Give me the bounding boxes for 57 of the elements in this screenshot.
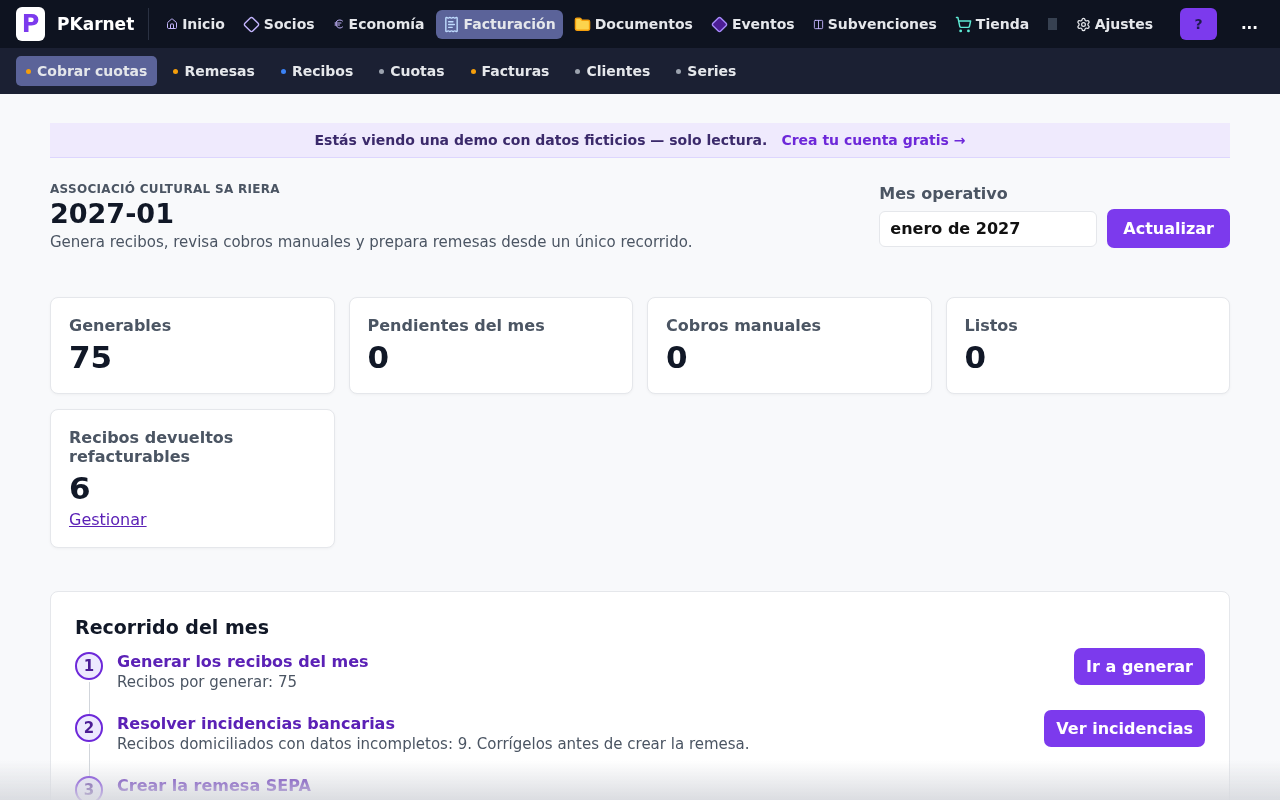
journey-title: Recorrido del mes bbox=[75, 616, 270, 638]
step-number: 3 bbox=[75, 776, 103, 800]
step-title[interactable]: Generar los recibos del mes bbox=[117, 652, 1061, 671]
stat-value: 0 bbox=[964, 339, 988, 375]
subnav-tab[interactable]: Cobrar cuotas bbox=[16, 56, 158, 86]
step-title[interactable]: Resolver incidencias bancarias bbox=[117, 714, 1031, 733]
app-logo[interactable]: P bbox=[16, 7, 46, 41]
stat-label: Cobros manuales bbox=[666, 316, 823, 335]
folder-icon bbox=[573, 15, 591, 33]
stat-value: 0 bbox=[367, 339, 391, 375]
nav-tab[interactable]: Tienda bbox=[947, 9, 1037, 39]
columns-icon bbox=[812, 18, 824, 30]
month-label: Mes operativo bbox=[879, 184, 1009, 203]
cart-icon bbox=[954, 15, 972, 33]
organization-name: ASSOCIACIÓ CULTURAL SA RIERA bbox=[50, 182, 281, 196]
diamond-icon bbox=[710, 15, 728, 33]
settings-icon bbox=[1075, 16, 1091, 32]
stat-label: Generables bbox=[69, 316, 173, 335]
diamond-icon bbox=[242, 15, 260, 33]
stat-label: Recibos devueltos refacturables bbox=[69, 428, 235, 466]
nav-tab[interactable]: Socios bbox=[235, 9, 322, 39]
stat-value: 0 bbox=[666, 339, 689, 375]
subnav-tab[interactable]: Series bbox=[666, 56, 747, 86]
step-button[interactable]: Ir a generar bbox=[1074, 648, 1205, 685]
step-button[interactable]: Ver incidencias bbox=[1044, 710, 1205, 747]
nav-tab[interactable]: Facturación bbox=[435, 9, 563, 39]
step-number: 2 bbox=[75, 714, 103, 742]
subnav-tab[interactable]: Clientes bbox=[565, 56, 661, 86]
page-title: 2027-01 bbox=[50, 198, 175, 229]
subnav-tab[interactable]: Remesas bbox=[163, 56, 265, 86]
page-subtitle: Genera recibos, revisa cobros manuales y prepara remesas desde un único recorrido. bbox=[50, 233, 693, 251]
nav-tab[interactable]: Documentos bbox=[566, 9, 700, 39]
subnav-tab[interactable]: Recibos bbox=[270, 56, 364, 86]
nav-tab[interactable]: Ajustes bbox=[1068, 10, 1161, 38]
nav-tab[interactable]: Inicio bbox=[159, 10, 232, 38]
signup-link[interactable]: Crea tu cuenta gratis → bbox=[781, 132, 966, 148]
manage-link[interactable]: Gestionar bbox=[69, 510, 316, 529]
subnav-tab[interactable]: Cuotas bbox=[369, 56, 455, 86]
step-number: 1 bbox=[75, 652, 103, 680]
banner-text: Estás viendo una demo con datos ficticios — solo lectura. bbox=[314, 132, 768, 148]
stat-label: Listos bbox=[964, 316, 1019, 335]
nav-tab[interactable]: Economía bbox=[325, 10, 432, 38]
nav-tab[interactable]: Subvenciones bbox=[805, 10, 944, 38]
brand-name: PKarnet bbox=[57, 14, 135, 34]
more-button[interactable]: ... bbox=[1234, 14, 1264, 34]
subnav-tab[interactable]: Facturas bbox=[460, 56, 560, 86]
update-button[interactable]: Actualizar bbox=[1107, 209, 1230, 248]
month-field[interactable]: enero de 2027 bbox=[879, 210, 1098, 247]
stat-value: 6 bbox=[69, 470, 92, 506]
stat-label: Pendientes del mes bbox=[367, 316, 546, 335]
house-icon bbox=[166, 18, 179, 30]
euro-icon bbox=[332, 18, 345, 30]
step-description: Recibos por generar: 75 bbox=[117, 673, 298, 691]
nav-tab[interactable]: Eventos bbox=[703, 9, 802, 39]
receipt-icon bbox=[442, 15, 460, 33]
step-description: Recibos domiciliados con datos incompletos: 9. Corrígelos antes de crear la remesa. bbox=[117, 735, 751, 753]
stat-value: 75 bbox=[69, 339, 114, 375]
